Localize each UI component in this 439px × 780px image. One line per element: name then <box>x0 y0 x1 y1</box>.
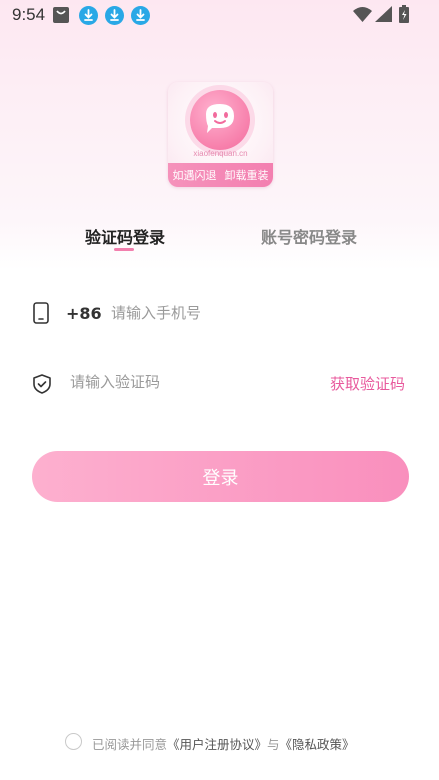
smiley-icon <box>190 90 250 150</box>
download-icon <box>79 6 98 29</box>
tab-active-indicator <box>114 248 134 251</box>
status-time: 9:54 <box>12 5 46 24</box>
tab-password-login[interactable]: 账号密码登录 <box>261 224 357 248</box>
shield-icon <box>33 374 51 398</box>
verification-code-input[interactable] <box>70 370 310 394</box>
user-agreement-link[interactable]: 《用户注册协议》 <box>167 737 267 752</box>
country-code[interactable]: +86 <box>66 304 102 323</box>
logo-domain-text: xiaofenquan.cn <box>193 149 248 158</box>
login-button[interactable]: 登录 <box>32 451 409 502</box>
logo-banner-left: 如遇闪退 <box>172 169 217 182</box>
signal-icon <box>375 6 392 26</box>
phone-input[interactable] <box>111 301 371 325</box>
download-icon <box>105 6 124 29</box>
phone-icon <box>33 302 49 328</box>
battery-icon <box>399 5 409 27</box>
app-logo: xiaofenquan.cn 如遇闪退 卸载重装 <box>168 82 273 187</box>
agreement-prefix: 已阅读并同意 <box>92 737 168 752</box>
agreement-and: 与 <box>267 737 280 752</box>
logo-banner-right: 卸载重装 <box>224 169 269 182</box>
shopping-bag-icon <box>52 6 70 28</box>
get-code-button[interactable]: 获取验证码 <box>330 373 405 394</box>
agreement-checkbox[interactable] <box>65 733 82 750</box>
tab-sms-login[interactable]: 验证码登录 <box>85 224 165 248</box>
logo-banner: 如遇闪退 卸载重装 <box>168 163 273 187</box>
privacy-policy-link[interactable]: 《隐私政策》 <box>280 737 355 752</box>
download-icon <box>131 6 150 29</box>
wifi-icon <box>353 6 372 26</box>
status-bar: 9:54 <box>0 0 439 30</box>
agreement-text: 已阅读并同意《用户注册协议》与《隐私政策》 <box>92 734 355 753</box>
